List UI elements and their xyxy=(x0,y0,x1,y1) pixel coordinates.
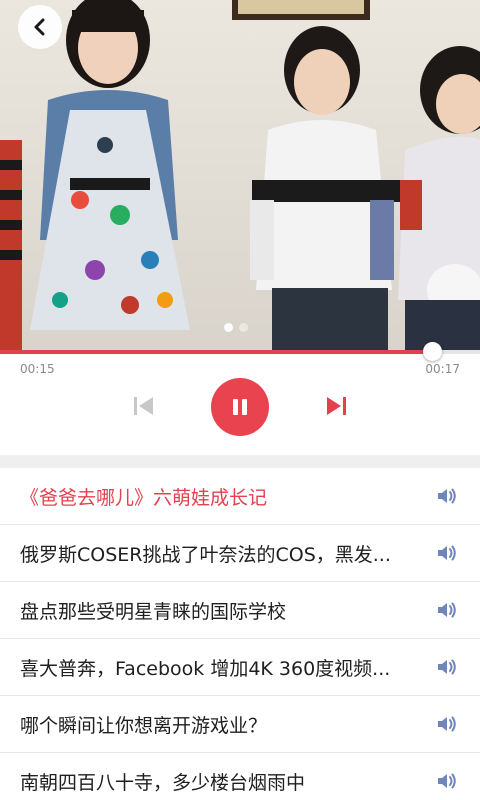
back-button[interactable] xyxy=(18,5,62,49)
cover-illustration xyxy=(0,0,480,350)
pause-button[interactable] xyxy=(211,378,269,436)
previous-button[interactable] xyxy=(128,390,160,422)
playlist-item[interactable]: 《爸爸去哪儿》六萌娃成长记 xyxy=(0,468,480,525)
playlist-item-title: 南朝四百八十寺，多少楼台烟雨中 xyxy=(20,772,306,794)
playlist-item[interactable]: 哪个瞬间让你想离开游戏业？ xyxy=(0,696,480,753)
chevron-left-icon xyxy=(34,18,45,36)
skip-next-icon xyxy=(327,397,346,415)
next-button[interactable] xyxy=(320,390,352,422)
playlist-item[interactable]: 南朝四百八十寺，多少楼台烟雨中 xyxy=(0,753,480,800)
playlist-item-title: 俄罗斯COSER挑战了叶奈法的COS，黑发... xyxy=(20,543,391,566)
playlist-item-title: 盘点那些受明星青睐的国际学校 xyxy=(20,600,287,623)
cover-image xyxy=(0,0,480,350)
playback-controls xyxy=(0,378,480,436)
audio-player-screen: 00:15 00:17 《爸爸去哪儿》六萌娃成长记 俄罗斯COSER挑战了叶奈法… xyxy=(0,0,480,800)
speaker-icon[interactable] xyxy=(436,543,458,563)
playlist-item-title: 哪个瞬间让你想离开游戏业？ xyxy=(20,714,268,737)
playlist-item[interactable]: 盘点那些受明星青睐的国际学校 xyxy=(0,582,480,639)
total-time: 00:17 xyxy=(425,362,460,376)
playlist-item-title: 喜大普奔，Facebook 增加4K 360度视频... xyxy=(20,657,391,680)
playlist-item-title: 《爸爸去哪儿》六萌娃成长记 xyxy=(20,486,268,509)
speaker-icon[interactable] xyxy=(436,714,458,734)
speaker-icon[interactable] xyxy=(436,600,458,620)
playlist-item[interactable]: 喜大普奔，Facebook 增加4K 360度视频... xyxy=(0,639,480,696)
pause-icon xyxy=(233,399,247,415)
skip-previous-icon xyxy=(134,397,153,415)
carousel-dot xyxy=(239,323,248,332)
progress-fill xyxy=(0,350,432,354)
progress-bar[interactable] xyxy=(0,342,480,361)
playlist: 《爸爸去哪儿》六萌娃成长记 俄罗斯COSER挑战了叶奈法的COS，黑发... 盘… xyxy=(0,468,480,800)
elapsed-time: 00:15 xyxy=(20,362,55,376)
speaker-icon[interactable] xyxy=(436,657,458,677)
playlist-item[interactable]: 俄罗斯COSER挑战了叶奈法的COS，黑发... xyxy=(0,525,480,582)
section-divider xyxy=(0,455,480,468)
speaker-icon[interactable] xyxy=(436,771,458,791)
speaker-icon[interactable] xyxy=(436,486,458,506)
carousel-dot-active xyxy=(224,323,233,332)
carousel-indicator xyxy=(224,323,248,332)
progress-knob[interactable] xyxy=(423,342,442,361)
